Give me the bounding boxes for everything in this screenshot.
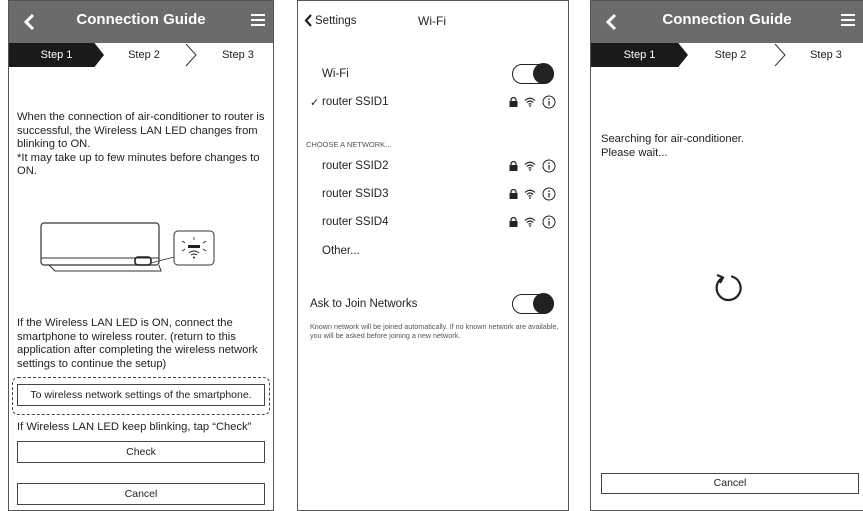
searching-message: Searching for air-conditioner. Please wa… <box>601 133 856 160</box>
wifi-signal-icon <box>524 97 536 107</box>
lock-icon <box>509 217 518 227</box>
led-note-text: *It may take up to few minutes before ch… <box>17 151 260 178</box>
page-title: Wi-Fi <box>418 14 446 28</box>
network-icons <box>509 187 556 201</box>
network-name: router SSID4 <box>322 216 389 228</box>
choose-network-header: CHOOSE A NETWORK... <box>306 140 392 149</box>
connection-guide-step1-screen: Connection Guide Step 1 Step 2 Step 3 Wh… <box>8 0 274 511</box>
step-2: Step 2 <box>128 49 160 61</box>
menu-icon[interactable] <box>841 14 855 26</box>
network-icons <box>509 215 556 229</box>
chevron-right-icon <box>774 43 786 67</box>
network-icons <box>509 159 556 173</box>
settings-back-button[interactable]: Settings <box>304 14 357 27</box>
info-icon[interactable] <box>542 215 556 229</box>
wifi-header: Settings Wi-Fi <box>298 1 568 41</box>
other-network-row[interactable]: Other... <box>298 241 568 263</box>
network-row[interactable]: router SSID4 <box>298 212 568 234</box>
cancel-button[interactable]: Cancel <box>601 473 859 494</box>
network-name: router SSID2 <box>322 160 389 172</box>
wifi-signal-icon <box>524 161 536 171</box>
instruction-text-2: If the Wireless LAN LED is ON, connect t… <box>17 317 258 370</box>
page-title: Connection Guide <box>76 11 206 28</box>
air-conditioner-illustration <box>40 222 215 272</box>
network-name: router SSID1 <box>322 96 389 108</box>
wifi-settings-button[interactable]: To wireless network settings of the smar… <box>17 384 265 406</box>
instruction-text-1: When the connection of air-conditioner t… <box>17 111 269 179</box>
lock-icon <box>509 97 518 107</box>
loading-spinner-icon <box>715 273 742 302</box>
network-name: router SSID3 <box>322 188 389 200</box>
lock-icon <box>509 189 518 199</box>
step-indicator: Step 1 Step 2 Step 3 <box>591 43 863 67</box>
chevron-right-icon <box>185 43 197 67</box>
network-row[interactable]: router SSID3 <box>298 184 568 206</box>
searching-text: Searching for air-conditioner. <box>601 133 745 145</box>
led-success-text: When the connection of air-conditioner t… <box>17 111 265 150</box>
connection-guide-searching-screen: Connection Guide Step 1 Step 2 Step 3 Se… <box>590 0 863 511</box>
step-3: Step 3 <box>222 49 254 61</box>
lock-icon <box>509 161 518 171</box>
settings-back-label: Settings <box>315 14 357 27</box>
wifi-signal-icon <box>524 189 536 199</box>
ask-to-join-label: Ask to Join Networks <box>310 298 418 310</box>
page-title: Connection Guide <box>662 11 792 28</box>
chevron-left-icon <box>304 14 312 27</box>
check-button[interactable]: Check <box>17 441 265 463</box>
wifi-label: Wi-Fi <box>322 68 349 80</box>
header-bar: Connection Guide <box>9 1 273 43</box>
info-icon[interactable] <box>542 95 556 109</box>
ask-to-join-note: Known network will be joined automatical… <box>310 322 559 340</box>
wifi-toggle-row: Wi-Fi <box>298 63 568 86</box>
menu-icon[interactable] <box>251 14 265 26</box>
step-2: Step 2 <box>714 49 747 61</box>
info-icon[interactable] <box>542 187 556 201</box>
wifi-settings-screen: Settings Wi-Fi Wi-Fi ✓ router SSID1 CHOO… <box>297 0 569 511</box>
ask-to-join-toggle[interactable] <box>512 293 554 314</box>
network-row[interactable]: router SSID2 <box>298 156 568 178</box>
network-row-connected[interactable]: ✓ router SSID1 <box>298 92 568 114</box>
header-bar: Connection Guide <box>591 1 863 43</box>
please-wait-text: Please wait... <box>601 146 668 159</box>
step-1: Step 1 <box>9 43 104 67</box>
cancel-button[interactable]: Cancel <box>17 483 265 505</box>
step-indicator: Step 1 Step 2 Step 3 <box>9 43 273 67</box>
step-1: Step 1 <box>591 43 688 67</box>
instruction-text-3: If Wireless LAN LED keep blinking, tap “… <box>17 421 252 433</box>
other-network-label: Other... <box>322 245 360 257</box>
checkmark-icon: ✓ <box>310 97 320 109</box>
step-3: Step 3 <box>810 49 842 61</box>
info-icon[interactable] <box>542 159 556 173</box>
wifi-toggle[interactable] <box>512 63 554 84</box>
ask-to-join-row: Ask to Join Networks <box>298 293 568 316</box>
wifi-signal-icon <box>524 217 536 227</box>
network-icons <box>509 95 556 109</box>
